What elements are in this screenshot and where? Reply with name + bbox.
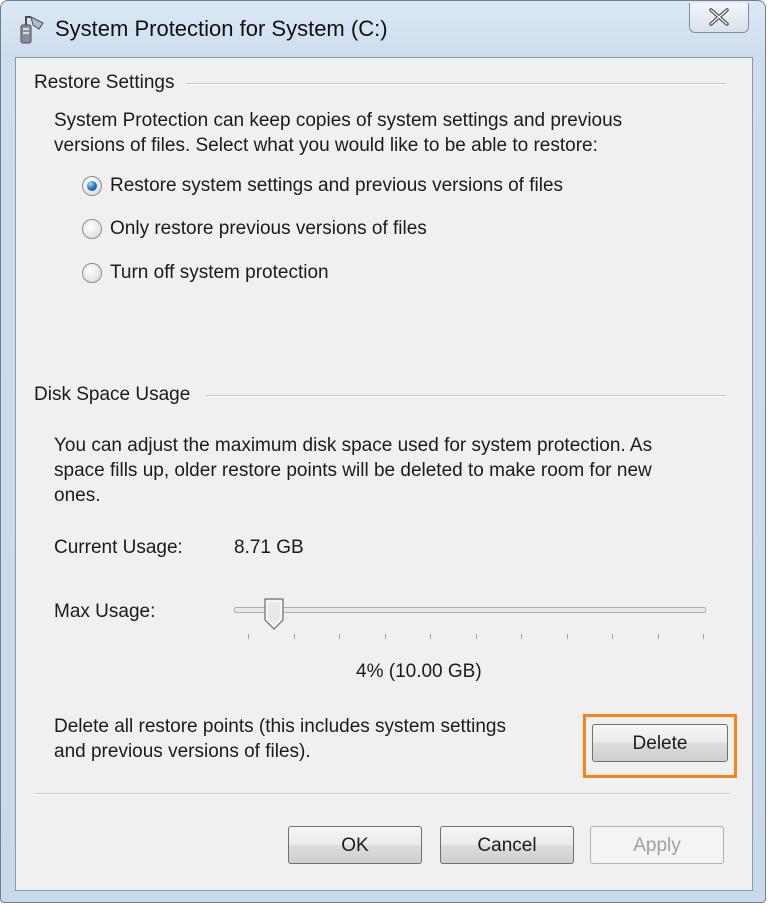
radio-button[interactable]	[82, 263, 102, 283]
dialog-body: Restore Settings System Protection can k…	[15, 57, 753, 891]
slider-tick	[521, 634, 522, 639]
disk-space-divider	[206, 395, 726, 397]
restore-description-line: System Protection can keep copies of sys…	[54, 110, 623, 131]
restore-settings-heading: Restore Settings	[34, 72, 185, 94]
delete-description-line: Delete all restore points (this includes…	[54, 716, 506, 737]
slider-tick	[612, 634, 613, 639]
max-usage-value: 4% (10.00 GB)	[356, 661, 482, 682]
radio-button[interactable]	[82, 219, 102, 239]
close-button[interactable]	[689, 3, 749, 33]
apply-button[interactable]: Apply	[590, 826, 724, 864]
slider-tick	[475, 634, 477, 639]
system-protection-icon	[17, 13, 47, 47]
disk-description-line: space fills up, older restore points wil…	[54, 460, 652, 481]
footer-separator	[34, 793, 730, 795]
slider-tick	[339, 634, 340, 639]
restore-settings-divider	[186, 83, 726, 85]
slider-tick	[430, 634, 431, 639]
slider-tick	[248, 634, 249, 639]
max-usage-slider-track[interactable]	[234, 607, 706, 613]
delete-button[interactable]: Delete	[592, 724, 728, 762]
window-title: System Protection for System (C:)	[55, 16, 388, 41]
cancel-button[interactable]: Cancel	[440, 826, 574, 864]
slider-tick	[384, 634, 386, 639]
slider-tick	[703, 634, 704, 639]
dialog-window: System Protection for System (C:) Restor…	[0, 0, 766, 903]
disk-space-heading: Disk Space Usage	[34, 384, 201, 406]
slider-tick	[657, 634, 659, 639]
max-usage-slider-thumb[interactable]	[263, 598, 285, 630]
disk-description-line: You can adjust the maximum disk space us…	[54, 435, 653, 456]
radio-label[interactable]: Only restore previous versions of files	[110, 218, 427, 240]
radio-button-checked[interactable]	[82, 176, 102, 196]
current-usage-label: Current Usage:	[54, 537, 183, 558]
close-icon	[709, 8, 729, 26]
current-usage-value: 8.71 GB	[234, 537, 304, 558]
ok-button[interactable]: OK	[288, 826, 422, 864]
slider-tick	[566, 634, 568, 639]
title-bar[interactable]: System Protection for System (C:)	[1, 1, 765, 57]
delete-description: Delete all restore points (this includes…	[54, 714, 574, 764]
delete-description-line: and previous versions of files).	[54, 741, 311, 762]
disk-space-description: You can adjust the maximum disk space us…	[54, 433, 744, 508]
max-usage-label: Max Usage:	[54, 601, 156, 622]
restore-settings-description: System Protection can keep copies of sys…	[54, 108, 734, 158]
radio-label[interactable]: Restore system settings and previous ver…	[110, 175, 563, 197]
restore-description-line: versions of files. Select what you would…	[54, 135, 598, 156]
disk-description-line: ones.	[54, 485, 101, 506]
radio-label[interactable]: Turn off system protection	[110, 262, 329, 284]
slider-tick	[293, 634, 295, 639]
